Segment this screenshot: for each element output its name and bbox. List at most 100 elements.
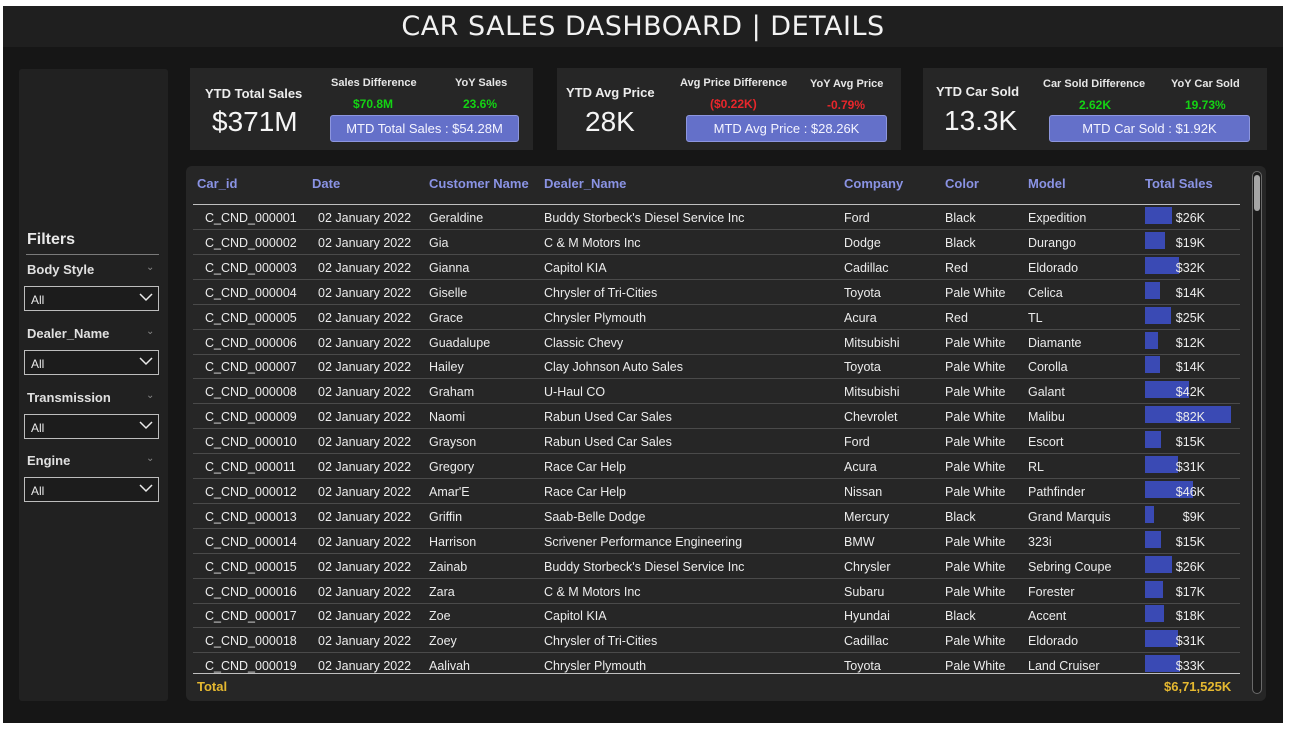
- dropdown-arrow-icon: [139, 484, 153, 493]
- table-row[interactable]: C_CND_000018 02 January 2022 Zoey Chrysler …: [193, 628, 1240, 654]
- cell-customer-name: Hailey: [429, 360, 464, 375]
- column-header-color[interactable]: Color: [945, 176, 979, 191]
- cell-car-id: C_CND_000018: [205, 634, 297, 649]
- cell-dealer-name: Capitol KIA: [544, 260, 607, 275]
- cell-company: Hyundai: [844, 609, 890, 624]
- cell-dealer-name: Rabun Used Car Sales: [544, 435, 672, 450]
- kpi-label: YTD Total Sales: [205, 86, 303, 101]
- cell-car-id: C_CND_000014: [205, 534, 297, 549]
- cell-dealer-name: Buddy Storbeck's Diesel Service Inc: [544, 211, 745, 225]
- table-row[interactable]: C_CND_000001 02 January 2022 Geraldine Budd…: [193, 205, 1240, 230]
- table-row[interactable]: C_CND_000015 02 January 2022 Zainab Buddy S…: [193, 554, 1240, 579]
- table-row[interactable]: C_CND_000016 02 January 2022 Zara C & M Mot…: [193, 579, 1240, 604]
- table-row[interactable]: C_CND_000010 02 January 2022 Grayson Rabun …: [193, 429, 1240, 455]
- table-row[interactable]: C_CND_000005 02 January 2022 Grace Chrysler…: [193, 305, 1240, 330]
- column-header-customer-name[interactable]: Customer Name: [429, 176, 529, 191]
- cell-total-sales: $82K: [1175, 410, 1205, 425]
- table-row[interactable]: C_CND_000003 02 January 2022 Gianna Capitol…: [193, 255, 1240, 280]
- cell-customer-name: Zoey: [429, 634, 457, 649]
- dropdown-arrow-icon: [139, 293, 153, 302]
- sales-bar: [1145, 281, 1160, 299]
- cell-total-sales: $31K: [1175, 634, 1205, 649]
- column-header-company[interactable]: Company: [844, 176, 903, 191]
- cell-color: Pale White: [945, 534, 1006, 549]
- chevron-down-icon[interactable]: ⌄: [146, 326, 154, 337]
- table-row[interactable]: C_CND_000014 02 January 2022 Harrison Scriv…: [193, 529, 1240, 554]
- cell-date: 02 January 2022: [318, 634, 412, 649]
- cell-date: 02 January 2022: [318, 260, 412, 275]
- cell-company: Cadillac: [844, 634, 889, 649]
- sales-bar: [1145, 331, 1158, 349]
- table-row[interactable]: C_CND_000002 02 January 2022 Gia C & M Moto…: [193, 230, 1240, 255]
- transmission-select[interactable]: All: [24, 414, 159, 439]
- cell-color: Pale White: [945, 385, 1006, 400]
- cell-car-id: C_CND_000013: [205, 509, 297, 524]
- cell-color: Pale White: [945, 285, 1006, 300]
- cell-car-id: C_CND_000009: [205, 410, 297, 425]
- cell-dealer-name: C & M Motors Inc: [544, 235, 641, 250]
- cell-color: Pale White: [945, 460, 1006, 474]
- column-header-total-sales[interactable]: Total Sales: [1145, 176, 1213, 191]
- kpi-label: YTD Avg Price: [566, 85, 655, 100]
- cell-dealer-name: Chrysler of Tri-Cities: [544, 285, 658, 300]
- table-row[interactable]: C_CND_000004 02 January 2022 Giselle Chrysl…: [193, 280, 1240, 305]
- dealer-name-select[interactable]: All: [24, 350, 159, 375]
- chevron-down-icon[interactable]: ⌄: [146, 453, 154, 464]
- cell-color: Pale White: [945, 584, 1006, 599]
- body-style-select[interactable]: All: [24, 286, 159, 311]
- mtd-sales-button[interactable]: MTD Total Sales : $54.28M: [330, 115, 519, 142]
- cell-car-id: C_CND_000015: [205, 559, 297, 574]
- cell-color: Pale White: [945, 410, 1006, 425]
- scrollbar-thumb[interactable]: [1254, 175, 1260, 211]
- table-row[interactable]: C_CND_000012 02 January 2022 Amar'E Race Ca…: [193, 479, 1240, 504]
- cell-model: Malibu: [1028, 410, 1065, 425]
- kpi-diff-value: ($0.22K): [710, 97, 757, 111]
- total-value: $6,71,525K: [1164, 679, 1232, 694]
- cell-model: Galant: [1028, 385, 1065, 400]
- table-row[interactable]: C_CND_000017 02 January 2022 Zoe Capitol KI…: [193, 603, 1240, 629]
- table-row[interactable]: C_CND_000006 02 January 2022 Guadalupe Clas…: [193, 330, 1240, 355]
- cell-total-sales: $26K: [1175, 211, 1205, 225]
- cell-customer-name: Harrison: [429, 534, 477, 549]
- cell-date: 02 January 2022: [318, 509, 412, 524]
- chevron-down-icon[interactable]: ⌄: [146, 262, 154, 273]
- cell-customer-name: Zara: [429, 584, 455, 599]
- table-scrollbar[interactable]: [1252, 171, 1262, 694]
- cell-color: Pale White: [945, 559, 1006, 574]
- table-row[interactable]: C_CND_000011 02 January 2022 Gregory Race C…: [193, 454, 1240, 479]
- cell-model: Grand Marquis: [1028, 509, 1111, 524]
- kpi-diff-value: $70.8M: [353, 97, 394, 111]
- column-header-car-id[interactable]: Car_id: [197, 176, 237, 191]
- cell-model: Escort: [1028, 435, 1064, 450]
- cell-date: 02 January 2022: [318, 310, 412, 325]
- mtd-avg-price-button[interactable]: MTD Avg Price : $28.26K: [686, 115, 887, 142]
- cell-dealer-name: C & M Motors Inc: [544, 584, 641, 599]
- cell-company: Cadillac: [844, 260, 889, 275]
- column-header-date[interactable]: Date: [312, 176, 340, 191]
- kpi-diff-value: 2.62K: [1079, 98, 1112, 112]
- cell-model: Sebring Coupe: [1028, 559, 1112, 574]
- cell-dealer-name: Chrysler Plymouth: [544, 310, 647, 325]
- column-header-dealer-name[interactable]: Dealer_Name: [544, 176, 626, 191]
- cell-total-sales: $33K: [1175, 659, 1205, 673]
- table-row[interactable]: C_CND_000007 02 January 2022 Hailey Clay Jo…: [193, 354, 1240, 380]
- cell-company: BMW: [844, 534, 875, 549]
- table-row[interactable]: C_CND_000019 02 January 2022 Aalivah Chrysl…: [193, 653, 1240, 673]
- filter-label-transmission: Transmission: [27, 390, 111, 405]
- chevron-down-icon[interactable]: ⌄: [146, 390, 154, 401]
- engine-select[interactable]: All: [24, 477, 159, 502]
- cell-company: Toyota: [844, 659, 881, 673]
- kpi-diff-label: Avg Price Difference: [680, 77, 788, 89]
- footer-divider: [193, 673, 1240, 674]
- cell-customer-name: Geraldine: [429, 211, 484, 225]
- cell-color: Black: [945, 211, 976, 225]
- cell-customer-name: Griffin: [429, 509, 463, 524]
- cell-customer-name: Graham: [429, 385, 475, 400]
- cell-car-id: C_CND_000003: [205, 260, 297, 275]
- cell-total-sales: $19K: [1175, 235, 1205, 250]
- column-header-model[interactable]: Model: [1028, 176, 1066, 191]
- mtd-cars-sold-button[interactable]: MTD Car Sold : $1.92K: [1049, 115, 1250, 142]
- table-row[interactable]: C_CND_000013 02 January 2022 Griffin Saab-B…: [193, 504, 1240, 529]
- table-row[interactable]: C_CND_000008 02 January 2022 Graham U-Haul …: [193, 379, 1240, 405]
- table-row[interactable]: C_CND_000009 02 January 2022 Naomi Rabun Us…: [193, 404, 1240, 430]
